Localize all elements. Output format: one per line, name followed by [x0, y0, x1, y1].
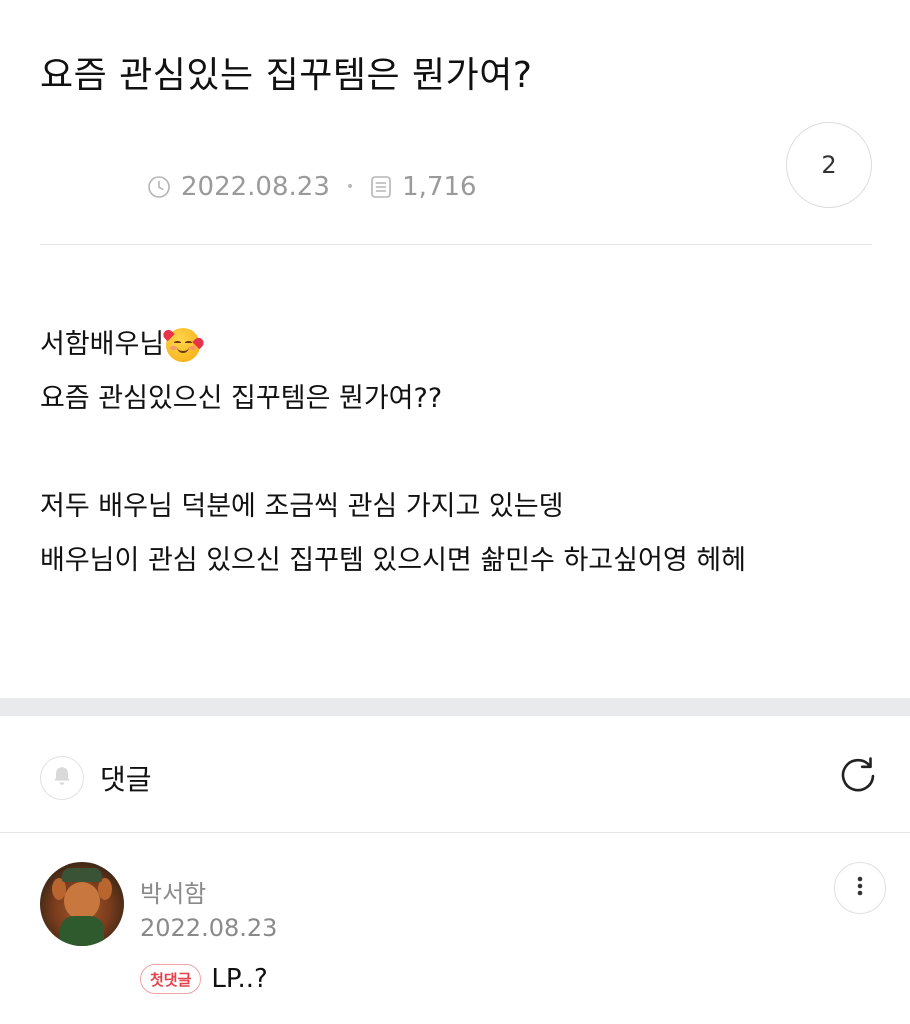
- post-body-line: 서함배우님: [40, 318, 880, 372]
- post-title: 요즘 관심있는 집꾸템은 뭔가여?: [40, 55, 533, 96]
- view-count-icon: [370, 175, 392, 199]
- post-body-line: 요즘 관심있으신 집꾸템은 뭔가여??: [40, 383, 443, 414]
- clock-icon: [147, 175, 171, 199]
- meta-separator: •: [345, 179, 355, 195]
- section-separator: [0, 698, 910, 716]
- comments-label: 댓글: [100, 763, 152, 796]
- post-body-line: 배우님이 관심 있으신 집꾸템 있으시면 솲민수 하고싶어영 헤헤: [40, 545, 746, 576]
- comment-content: 첫댓글 LP..?: [140, 964, 268, 994]
- comment-count: 2: [821, 151, 837, 179]
- post-meta: 2022.08.23 • 1,716: [147, 172, 477, 202]
- divider: [0, 832, 910, 833]
- comments-header: 댓글: [40, 752, 882, 804]
- refresh-button[interactable]: [834, 754, 882, 802]
- comment-date: 2022.08.23: [140, 914, 278, 942]
- more-vertical-icon: [856, 874, 864, 902]
- avatar[interactable]: [40, 862, 124, 946]
- post-body-blank-line: [40, 426, 880, 480]
- comment-author[interactable]: 박서함: [140, 874, 206, 909]
- post-date: 2022.08.23: [181, 172, 330, 202]
- notification-bell-button[interactable]: [40, 756, 84, 800]
- view-count: 1,716: [402, 172, 477, 202]
- comment-item: 박서함 2022.08.23 첫댓글 LP..?: [40, 862, 886, 1022]
- bell-icon: [50, 764, 74, 792]
- smiling-face-with-hearts-icon: [166, 328, 201, 362]
- comment-text: LP..?: [211, 964, 268, 994]
- comment-count-button[interactable]: 2: [786, 122, 872, 208]
- post-body-line: 저두 배우님 덕분에 조금씩 관심 가지고 있는뎅: [40, 491, 564, 522]
- comment-more-button[interactable]: [834, 862, 886, 914]
- refresh-icon: [836, 754, 880, 802]
- post-page: 요즘 관심있는 집꾸템은 뭔가여? 2 2022.08.23 • 1,716 서…: [0, 0, 910, 1024]
- first-comment-badge: 첫댓글: [140, 964, 202, 994]
- post-body: 서함배우님 요즘 관심있으신 집꾸템은 뭔가여?? 저두 배우님 덕분에 조금씩…: [40, 318, 880, 588]
- divider: [40, 244, 872, 245]
